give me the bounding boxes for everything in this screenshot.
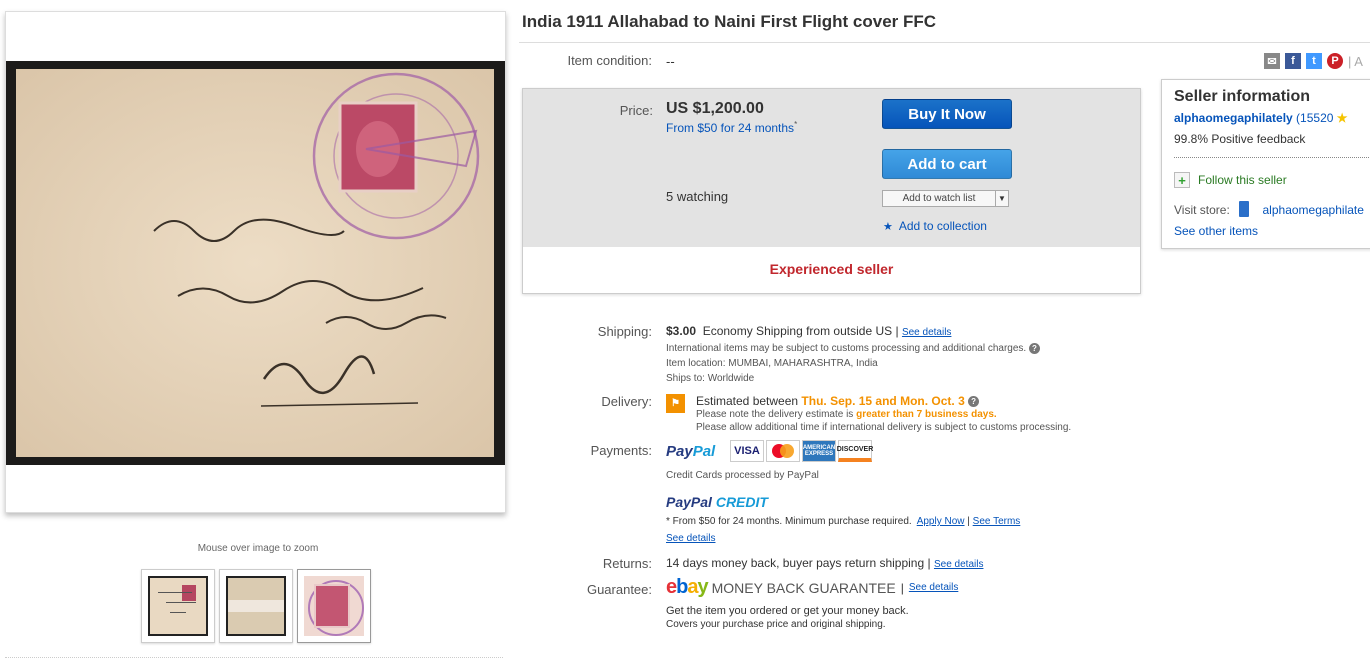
condition-value: -- xyxy=(666,54,675,69)
condition-label: Item condition: xyxy=(567,53,652,68)
seller-divider xyxy=(1174,157,1370,158)
plus-icon: + xyxy=(1174,172,1190,188)
apply-now-link[interactable]: Apply Now xyxy=(917,516,965,527)
delivery-note-2: Please allow additional time if internat… xyxy=(696,422,1072,433)
paypal-credit-logo: PayPal CREDIT xyxy=(666,494,768,510)
customs-note: International items may be subject to cu… xyxy=(666,343,1040,354)
thumbnail-1[interactable] xyxy=(141,569,215,643)
guarantee-label: Guarantee: xyxy=(586,582,652,597)
credit-processed-note: Credit Cards processed by PayPal xyxy=(666,470,819,481)
money-back-guarantee: ebay MONEY BACK GUARANTEE | See details xyxy=(666,576,959,598)
price: US $1,200.00 xyxy=(666,100,764,117)
add-to-collection-link[interactable]: ★ Add to collection xyxy=(883,219,987,233)
shipping-summary: $3.00 Economy Shipping from outside US |… xyxy=(666,324,952,338)
share-more[interactable]: | A xyxy=(1348,54,1363,69)
delivery-label: Delivery: xyxy=(601,394,652,409)
item-title: India 1911 Allahabad to Naini First Flig… xyxy=(522,12,937,31)
shipping-label: Shipping: xyxy=(597,324,652,339)
payments-see-details[interactable]: See details xyxy=(666,533,715,544)
price-label: Price: xyxy=(619,103,653,118)
delivery-note: Please note the delivery estimate is gre… xyxy=(696,409,997,420)
thumbnail-image xyxy=(148,576,208,636)
amex-icon: AMERICAN EXPRESS xyxy=(802,440,836,462)
seller-info-panel: Seller information alphaomegaphilately (… xyxy=(1161,79,1370,249)
ships-to: Ships to: Worldwide xyxy=(666,373,755,384)
visa-icon: VISA xyxy=(730,440,764,462)
help-icon[interactable]: ? xyxy=(968,396,980,408)
experienced-seller-badge: Experienced seller xyxy=(769,261,894,277)
feedback-score[interactable]: (15520 xyxy=(1296,111,1333,125)
mastercard-icon xyxy=(766,440,800,462)
help-icon[interactable]: ? xyxy=(1028,343,1040,354)
financing-offer[interactable]: From $50 for 24 months* xyxy=(666,120,797,135)
item-location: Item location: MUMBAI, MAHARASHTRA, Indi… xyxy=(666,358,878,369)
discover-icon: DISCOVER xyxy=(837,440,873,462)
returns-policy: 14 days money back, buyer pays return sh… xyxy=(666,556,984,570)
thumbnail-image xyxy=(304,576,364,636)
guarantee-line-2: Covers your purchase price and original … xyxy=(666,619,886,630)
twitter-icon[interactable]: t xyxy=(1306,53,1322,69)
guarantee-see-details[interactable]: See details xyxy=(909,582,958,593)
thumbnail-image xyxy=(226,576,286,636)
star-icon: ★ xyxy=(883,221,893,233)
paypal-credit-terms: * From $50 for 24 months. Minimum purcha… xyxy=(666,516,1021,527)
guarantee-line-1: Get the item you ordered or get your mon… xyxy=(666,605,909,617)
main-item-image[interactable] xyxy=(5,11,506,513)
zoom-hint: Mouse over image to zoom xyxy=(197,543,319,554)
seller-info-title: Seller information xyxy=(1174,88,1311,105)
shipping-see-details[interactable]: See details xyxy=(902,327,951,338)
card-logos: VISA AMERICAN EXPRESS DISCOVER xyxy=(730,440,873,462)
payments-label: Payments: xyxy=(590,443,652,458)
pinterest-icon[interactable]: P xyxy=(1327,53,1343,69)
gallery-divider xyxy=(5,657,503,658)
visit-store: Visit store: alphaomegaphilate xyxy=(1174,201,1364,217)
follow-seller-link[interactable]: + Follow this seller xyxy=(1174,172,1287,188)
seller-name-link[interactable]: alphaomegaphilately (15520 ★ xyxy=(1174,111,1348,125)
paypal-logo: PayPal xyxy=(666,443,716,460)
cover-photo[interactable] xyxy=(6,61,505,465)
returns-label: Returns: xyxy=(602,556,652,571)
add-to-watch-list-button[interactable]: Add to watch list xyxy=(882,190,996,207)
thumbnail-strip xyxy=(141,569,371,643)
title-divider xyxy=(519,42,1370,43)
facebook-icon[interactable]: f xyxy=(1285,53,1301,69)
see-other-items-link[interactable]: See other items xyxy=(1174,224,1258,238)
store-link[interactable]: alphaomegaphilate xyxy=(1263,203,1364,217)
delivery-estimate: Estimated between Thu. Sep. 15 and Mon. … xyxy=(696,394,980,408)
envelope-illustration xyxy=(16,69,494,457)
see-terms-link[interactable]: See Terms xyxy=(973,516,1021,527)
watching-count: 5 watching xyxy=(666,189,729,204)
thumbnail-2[interactable] xyxy=(219,569,293,643)
feedback-star-icon: ★ xyxy=(1336,111,1348,125)
returns-see-details[interactable]: See details xyxy=(934,559,983,570)
purchase-box: Price: US $1,200.00 From $50 for 24 mont… xyxy=(522,88,1141,294)
watch-list-dropdown[interactable]: ▼ xyxy=(995,190,1009,207)
delivery-flag-icon: ⚑ xyxy=(666,394,685,413)
add-to-cart-button[interactable]: Add to cart xyxy=(882,149,1012,179)
store-icon xyxy=(1239,201,1250,217)
caret-down-icon: ▼ xyxy=(998,194,1006,203)
buy-it-now-button[interactable]: Buy It Now xyxy=(882,99,1012,129)
ebay-logo: ebay xyxy=(666,576,709,598)
thumbnail-3[interactable] xyxy=(297,569,371,643)
positive-feedback: 99.8% Positive feedback xyxy=(1174,132,1306,146)
share-bar: ✉ f t P | A xyxy=(1264,53,1363,69)
email-icon[interactable]: ✉ xyxy=(1264,53,1280,69)
